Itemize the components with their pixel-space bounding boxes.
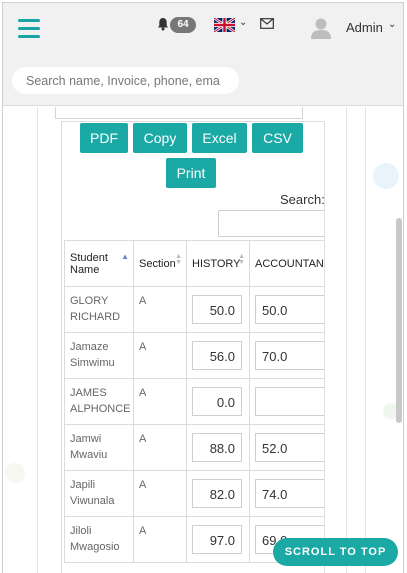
export-pdf-button[interactable]: PDF xyxy=(80,123,128,153)
scroll-to-top-button[interactable]: SCROLL TO TOP xyxy=(273,538,398,566)
column-header-label: Student Name xyxy=(70,251,108,276)
accountancy-cell: 50.0 xyxy=(249,286,324,333)
accountancy-cell xyxy=(249,378,324,425)
history-cell: 97.0 xyxy=(186,516,250,563)
history-mark-input[interactable]: 56.0 xyxy=(192,341,242,370)
notification-count-badge: 64 xyxy=(170,17,196,33)
menu-toggle-icon[interactable] xyxy=(18,19,40,39)
accountancy-mark-input[interactable]: 52.0 xyxy=(255,433,324,462)
section-cell: A xyxy=(133,378,187,425)
user-avatar-icon[interactable] xyxy=(310,17,332,39)
history-mark-input[interactable]: 50.0 xyxy=(192,295,242,324)
notification-bell-icon[interactable] xyxy=(157,17,169,31)
previous-card-edge xyxy=(55,107,303,119)
section-cell: A xyxy=(133,424,187,471)
column-divider xyxy=(37,107,38,573)
export-excel-button[interactable]: Excel xyxy=(192,123,247,153)
accountancy-cell: 74.0 xyxy=(249,470,324,517)
column-divider xyxy=(365,107,366,573)
column-header-label: Section xyxy=(139,257,176,270)
column-divider xyxy=(346,107,347,573)
mail-icon[interactable] xyxy=(260,18,274,29)
student-name-cell: Jamaze Simwimu xyxy=(64,332,134,379)
history-mark-input[interactable]: 0.0 xyxy=(192,387,242,416)
student-name-cell: Jamwi Mwaviu xyxy=(64,424,134,471)
table-row: Jamwi Mwaviu A 88.0 52.0 xyxy=(64,424,324,471)
app-window: 64 ⌄ Admin ⌄ PDF xyxy=(2,2,404,573)
section-cell: A xyxy=(133,332,187,379)
student-name-cell: Japili Viwunala xyxy=(64,470,134,517)
table-header-row: Student Name ▲ Section ▲▼ HISTORY ▲▼ A xyxy=(64,240,324,287)
main-content: PDF Copy Excel CSV Print Search: Student… xyxy=(3,107,403,573)
export-csv-button[interactable]: CSV xyxy=(252,123,303,153)
marks-table-panel: PDF Copy Excel CSV Print Search: Student… xyxy=(61,121,325,573)
column-header-history[interactable]: HISTORY ▲ ▼ xyxy=(186,240,250,287)
global-search-input[interactable] xyxy=(12,67,239,94)
student-name-cell: GLORY RICHARD xyxy=(64,286,134,333)
section-cell: A xyxy=(133,470,187,517)
sort-asc-icon: ▲ xyxy=(121,252,129,261)
history-cell: 82.0 xyxy=(186,470,250,517)
table-row: Jamaze Simwimu A 56.0 70.0 xyxy=(64,332,324,379)
accountancy-cell: 52.0 xyxy=(249,424,324,471)
column-header-label: ACCOUNTANCY xyxy=(255,257,324,270)
user-name[interactable]: Admin xyxy=(346,20,383,35)
table-row: Japili Viwunala A 82.0 74.0 xyxy=(64,470,324,517)
accountancy-cell: 70.0 xyxy=(249,332,324,379)
uk-flag-icon[interactable] xyxy=(214,18,235,32)
history-mark-input[interactable]: 97.0 xyxy=(192,525,242,554)
history-cell: 0.0 xyxy=(186,378,250,425)
history-cell: 56.0 xyxy=(186,332,250,379)
print-button[interactable]: Print xyxy=(166,158,216,188)
accountancy-mark-input[interactable] xyxy=(255,387,324,416)
student-name-cell: JAMES ALPHONCE xyxy=(64,378,134,425)
table-row: GLORY RICHARD A 50.0 50.0 xyxy=(64,286,324,333)
column-header-student-name[interactable]: Student Name ▲ xyxy=(64,240,134,287)
column-header-section[interactable]: Section ▲ ▼ xyxy=(133,240,187,287)
accountancy-mark-input[interactable]: 70.0 xyxy=(255,341,324,370)
accountancy-mark-input[interactable]: 50.0 xyxy=(255,295,324,324)
column-header-accountancy[interactable]: ACCOUNTANCY xyxy=(249,240,324,287)
table-row: JAMES ALPHONCE A 0.0 xyxy=(64,378,324,425)
section-cell: A xyxy=(133,286,187,333)
table-search-label: Search: xyxy=(280,192,325,207)
accountancy-mark-input[interactable]: 74.0 xyxy=(255,479,324,508)
top-header: 64 ⌄ Admin ⌄ xyxy=(3,3,403,106)
history-mark-input[interactable]: 88.0 xyxy=(192,433,242,462)
history-cell: 50.0 xyxy=(186,286,250,333)
column-header-label: HISTORY xyxy=(192,257,241,270)
history-cell: 88.0 xyxy=(186,424,250,471)
marks-table: Student Name ▲ Section ▲▼ HISTORY ▲▼ A xyxy=(64,240,324,563)
user-chevron-down-icon[interactable]: ⌄ xyxy=(388,19,396,30)
page-scrollbar[interactable] xyxy=(396,218,402,423)
section-cell: A xyxy=(133,516,187,563)
language-chevron-down-icon[interactable]: ⌄ xyxy=(239,17,247,28)
table-search-input[interactable] xyxy=(218,210,324,237)
sort-icon: ▲ ▼ xyxy=(175,253,182,266)
student-name-cell: Jiloli Mwagosio xyxy=(64,516,134,563)
history-mark-input[interactable]: 82.0 xyxy=(192,479,242,508)
sort-icon: ▲ ▼ xyxy=(238,253,245,266)
copy-button[interactable]: Copy xyxy=(133,123,187,153)
